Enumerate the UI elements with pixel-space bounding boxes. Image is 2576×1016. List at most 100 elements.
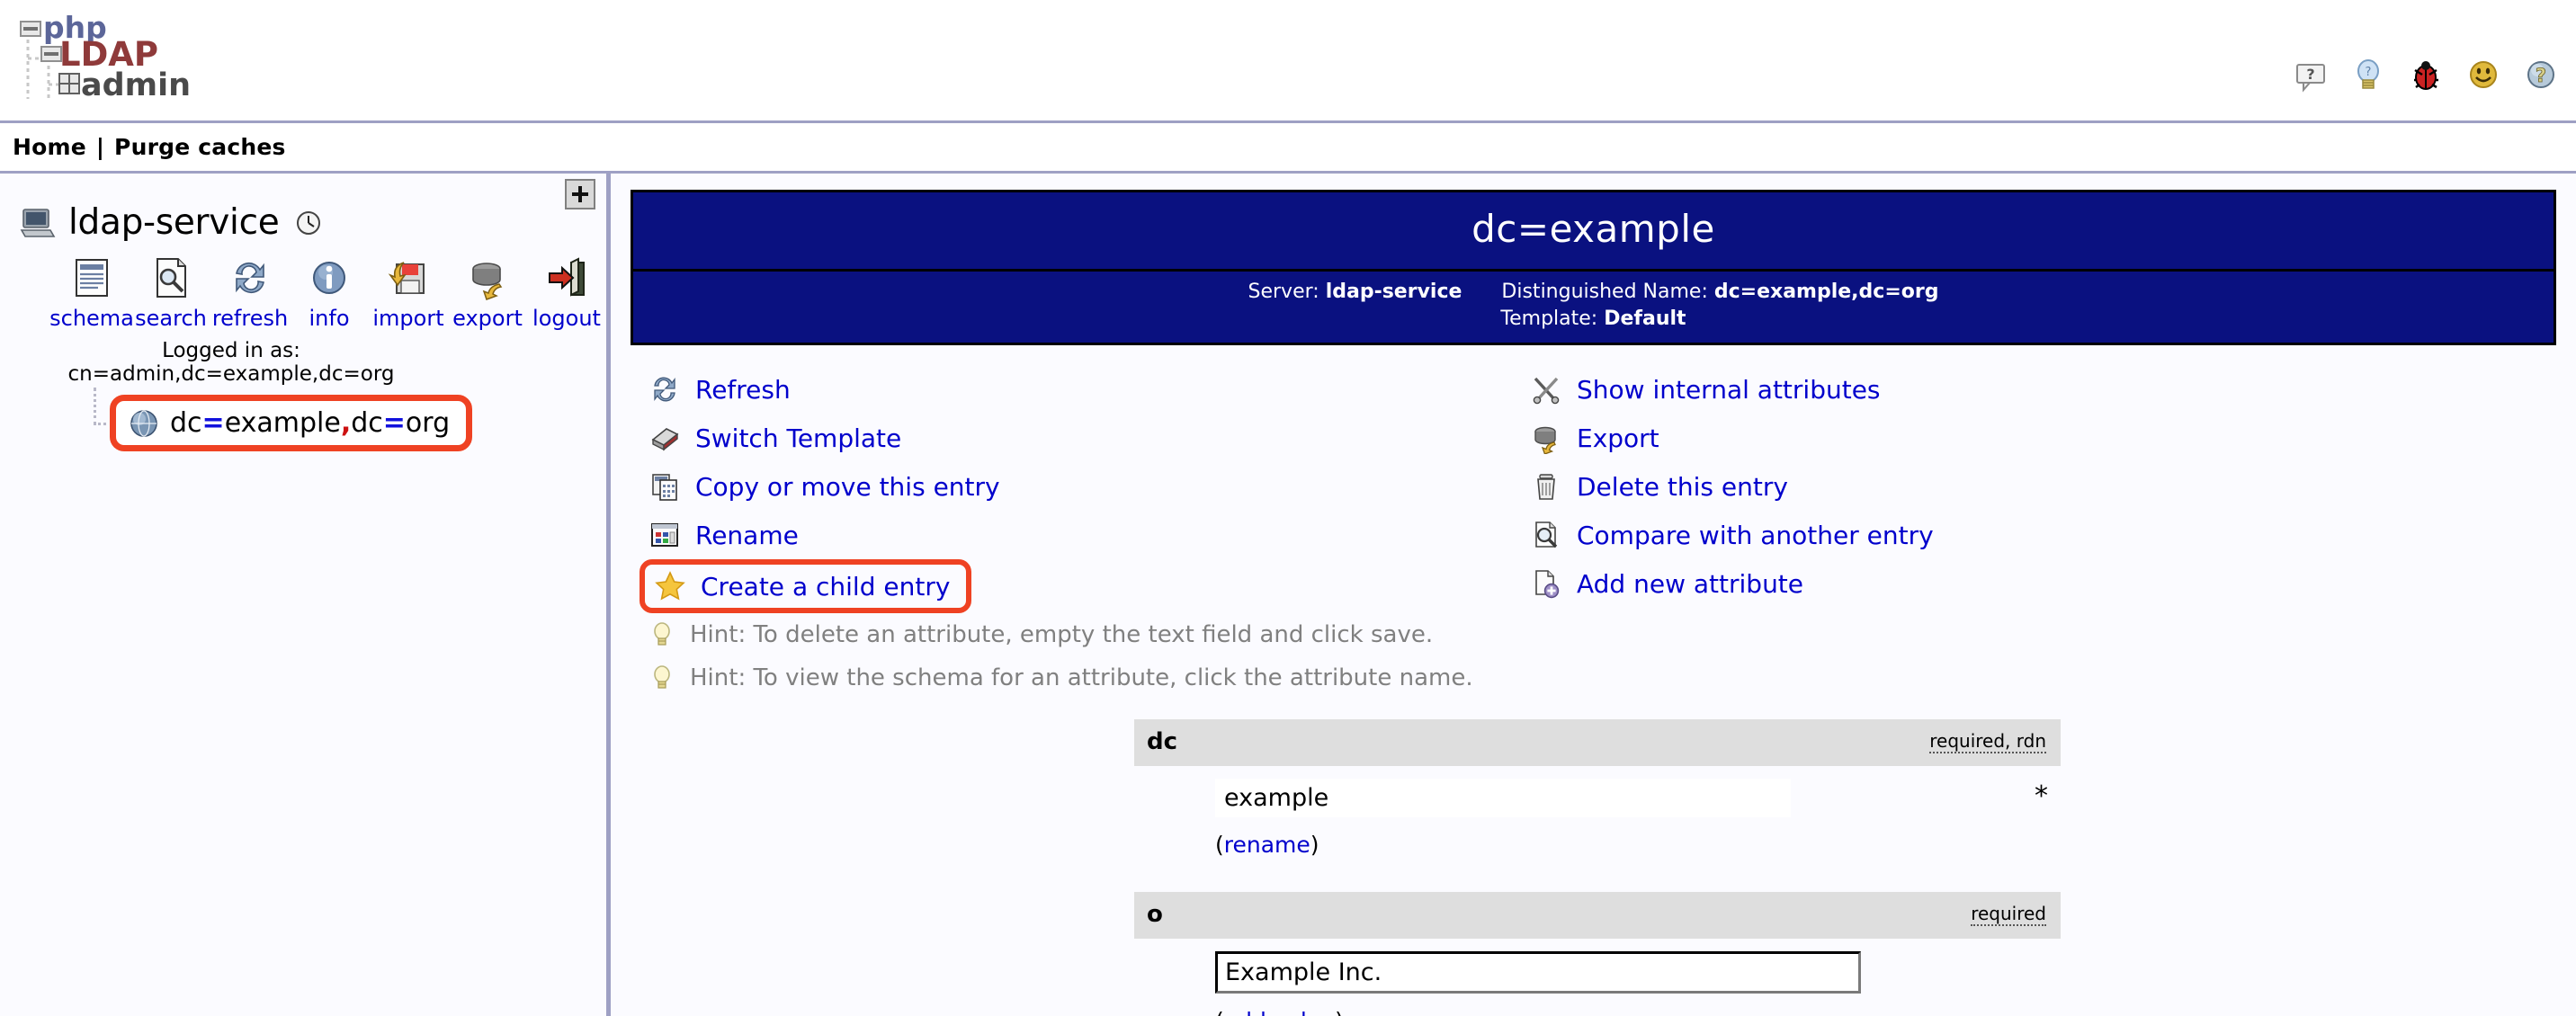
action-rename[interactable]: Rename <box>648 511 1530 559</box>
breadcrumb: Home | Purge caches <box>0 123 2576 174</box>
sidebar-tool-search[interactable]: search <box>131 255 210 331</box>
hint-row-2: Hint: To view the schema for an attribut… <box>631 656 2556 700</box>
hint-text-1: Hint: To delete an attribute, empty the … <box>690 621 1434 649</box>
sidebar-tool-export[interactable]: export <box>448 255 527 331</box>
header-icon-bar: ? ? ? <box>2292 56 2560 94</box>
sidebar-tool-info-label: info <box>309 306 350 331</box>
tree-entry-wrap: dc=example,dc=org <box>0 388 606 451</box>
breadcrumb-purge-caches-link[interactable]: Purge caches <box>114 134 286 160</box>
attribute-body-o: (add value) <box>1134 939 2061 1016</box>
attribute-action-o: (add value) <box>1215 1008 2061 1016</box>
attribute-value-o-input[interactable] <box>1215 951 1861 994</box>
attribute-header-o: o required <box>1134 892 2061 940</box>
add-attribute-icon <box>1530 567 1562 600</box>
action-copy-or-move-label[interactable]: Copy or move this entry <box>695 472 1000 502</box>
rename-link[interactable]: rename <box>1224 832 1310 858</box>
sidebar-tool-import-label: import <box>372 306 444 331</box>
action-delete-this-entry-label[interactable]: Delete this entry <box>1577 472 1788 502</box>
switch-template-icon <box>648 422 681 454</box>
entry-meta: Server: ldap-service Distinguished Name:… <box>633 272 2554 343</box>
attribute-block-dc: dc required, rdn * (rename) <box>1134 719 2061 873</box>
sidebar-toolbar: schema search refresh info import export… <box>0 255 606 331</box>
action-export-label[interactable]: Export <box>1577 423 1659 453</box>
action-create-child-entry[interactable]: Create a child entry <box>640 559 972 614</box>
attribute-flags-dc: required, rdn <box>1929 730 2046 754</box>
action-add-new-attribute-label[interactable]: Add new attribute <box>1577 569 1803 599</box>
paren-close: ) <box>1335 1008 1344 1016</box>
action-copy-or-move[interactable]: Copy or move this entry <box>648 462 1530 511</box>
sidebar-tool-import[interactable]: import <box>369 255 448 331</box>
sidebar-tool-refresh-label: refresh <box>211 306 289 331</box>
action-rename-label[interactable]: Rename <box>695 521 799 550</box>
schema-icon <box>69 255 114 300</box>
sidebar-tool-refresh[interactable]: refresh <box>210 255 290 331</box>
action-switch-template-label[interactable]: Switch Template <box>695 423 901 453</box>
entry-actions-left: Refresh Switch Template Copy or move thi… <box>640 365 1530 614</box>
entry-dn-value: dc=example,dc=org <box>1713 281 1939 303</box>
hint-text-2: Hint: To view the schema for an attribut… <box>690 664 1473 692</box>
clock-icon <box>291 209 322 236</box>
trash-icon <box>1530 470 1562 503</box>
action-refresh[interactable]: Refresh <box>648 365 1530 414</box>
attribute-action-dc: (rename) <box>1215 832 2061 858</box>
sidebar-tool-info[interactable]: info <box>290 255 369 331</box>
action-delete-this-entry[interactable]: Delete this entry <box>1530 462 1934 511</box>
tree-item-dc-example-dc-org[interactable]: dc=example,dc=org <box>110 395 473 451</box>
lightbulb-icon <box>648 619 675 650</box>
sidebar-tool-schema-label: schema <box>49 306 134 331</box>
required-marker-dc: * <box>2035 780 2048 813</box>
export-icon <box>465 255 510 300</box>
action-export[interactable]: Export <box>1530 414 1934 462</box>
action-refresh-label[interactable]: Refresh <box>695 375 791 405</box>
action-switch-template[interactable]: Switch Template <box>648 414 1530 462</box>
paren-open: ( <box>1215 832 1224 859</box>
bug-report-icon[interactable] <box>2407 56 2445 94</box>
sidebar-tool-schema[interactable]: schema <box>49 255 134 331</box>
import-icon <box>386 255 431 300</box>
entry-dn-label: Distinguished Name: <box>1501 281 1708 303</box>
action-show-internal-attributes[interactable]: Show internal attributes <box>1530 365 1934 414</box>
main-panel: dc=example Server: ldap-service Distingu… <box>611 174 2576 1016</box>
tree-connector-line <box>94 388 106 425</box>
action-show-internal-attributes-label[interactable]: Show internal attributes <box>1577 375 1881 405</box>
search-icon <box>148 255 193 300</box>
sidebar: ldap-service schema search refresh info … <box>0 174 611 1016</box>
breadcrumb-home-link[interactable]: Home <box>13 134 86 160</box>
help-tooltip-icon[interactable]: ? <box>2292 56 2330 94</box>
smiley-feedback-icon[interactable] <box>2464 56 2502 94</box>
entry-template-label: Template: <box>1500 307 1598 330</box>
copy-icon <box>648 470 681 503</box>
rename-icon <box>648 519 681 551</box>
action-compare-with-another-entry[interactable]: Compare with another entry <box>1530 511 1934 559</box>
attribute-flags-o: required <box>1971 903 2046 927</box>
logout-icon <box>544 255 589 300</box>
add-value-link[interactable]: add value <box>1224 1008 1335 1016</box>
entry-server-value: ldap-service <box>1325 281 1462 303</box>
compare-icon <box>1530 519 1562 551</box>
sidebar-tool-search-label: search <box>135 306 207 331</box>
sidebar-tool-export-label: export <box>452 306 523 331</box>
lightbulb-icon <box>648 663 675 693</box>
attribute-block-o: o required (add value) <box>1134 892 2061 1016</box>
entry-actions: Refresh Switch Template Copy or move thi… <box>631 365 2556 614</box>
attribute-name-o[interactable]: o <box>1147 901 1163 928</box>
attribute-name-dc[interactable]: dc <box>1147 728 1177 755</box>
breadcrumb-separator: | <box>95 134 105 160</box>
page-body: ldap-service schema search refresh info … <box>0 174 2576 1016</box>
server-name: ldap-service <box>68 202 280 243</box>
top-banner: php LDAP admin ? ? ? <box>0 0 2576 123</box>
question-help-icon[interactable]: ? <box>2522 56 2560 94</box>
action-compare-with-another-entry-label[interactable]: Compare with another entry <box>1577 521 1934 550</box>
attribute-value-dc-input[interactable] <box>1215 779 1791 818</box>
sidebar-tool-logout[interactable]: logout <box>527 255 606 331</box>
server-computer-icon <box>20 207 56 239</box>
action-create-child-entry-label[interactable]: Create a child entry <box>701 572 950 602</box>
svg-text:admin: admin <box>81 67 191 103</box>
hint-row-1: Hint: To delete an attribute, empty the … <box>631 613 2556 656</box>
entry-server-label: Server: <box>1248 281 1319 303</box>
lightbulb-hints-icon[interactable]: ? <box>2349 56 2387 94</box>
action-add-new-attribute[interactable]: Add new attribute <box>1530 559 1934 608</box>
expand-tree-button[interactable] <box>565 179 595 209</box>
paren-open: ( <box>1215 1008 1224 1016</box>
sidebar-tool-logout-label: logout <box>532 306 601 331</box>
